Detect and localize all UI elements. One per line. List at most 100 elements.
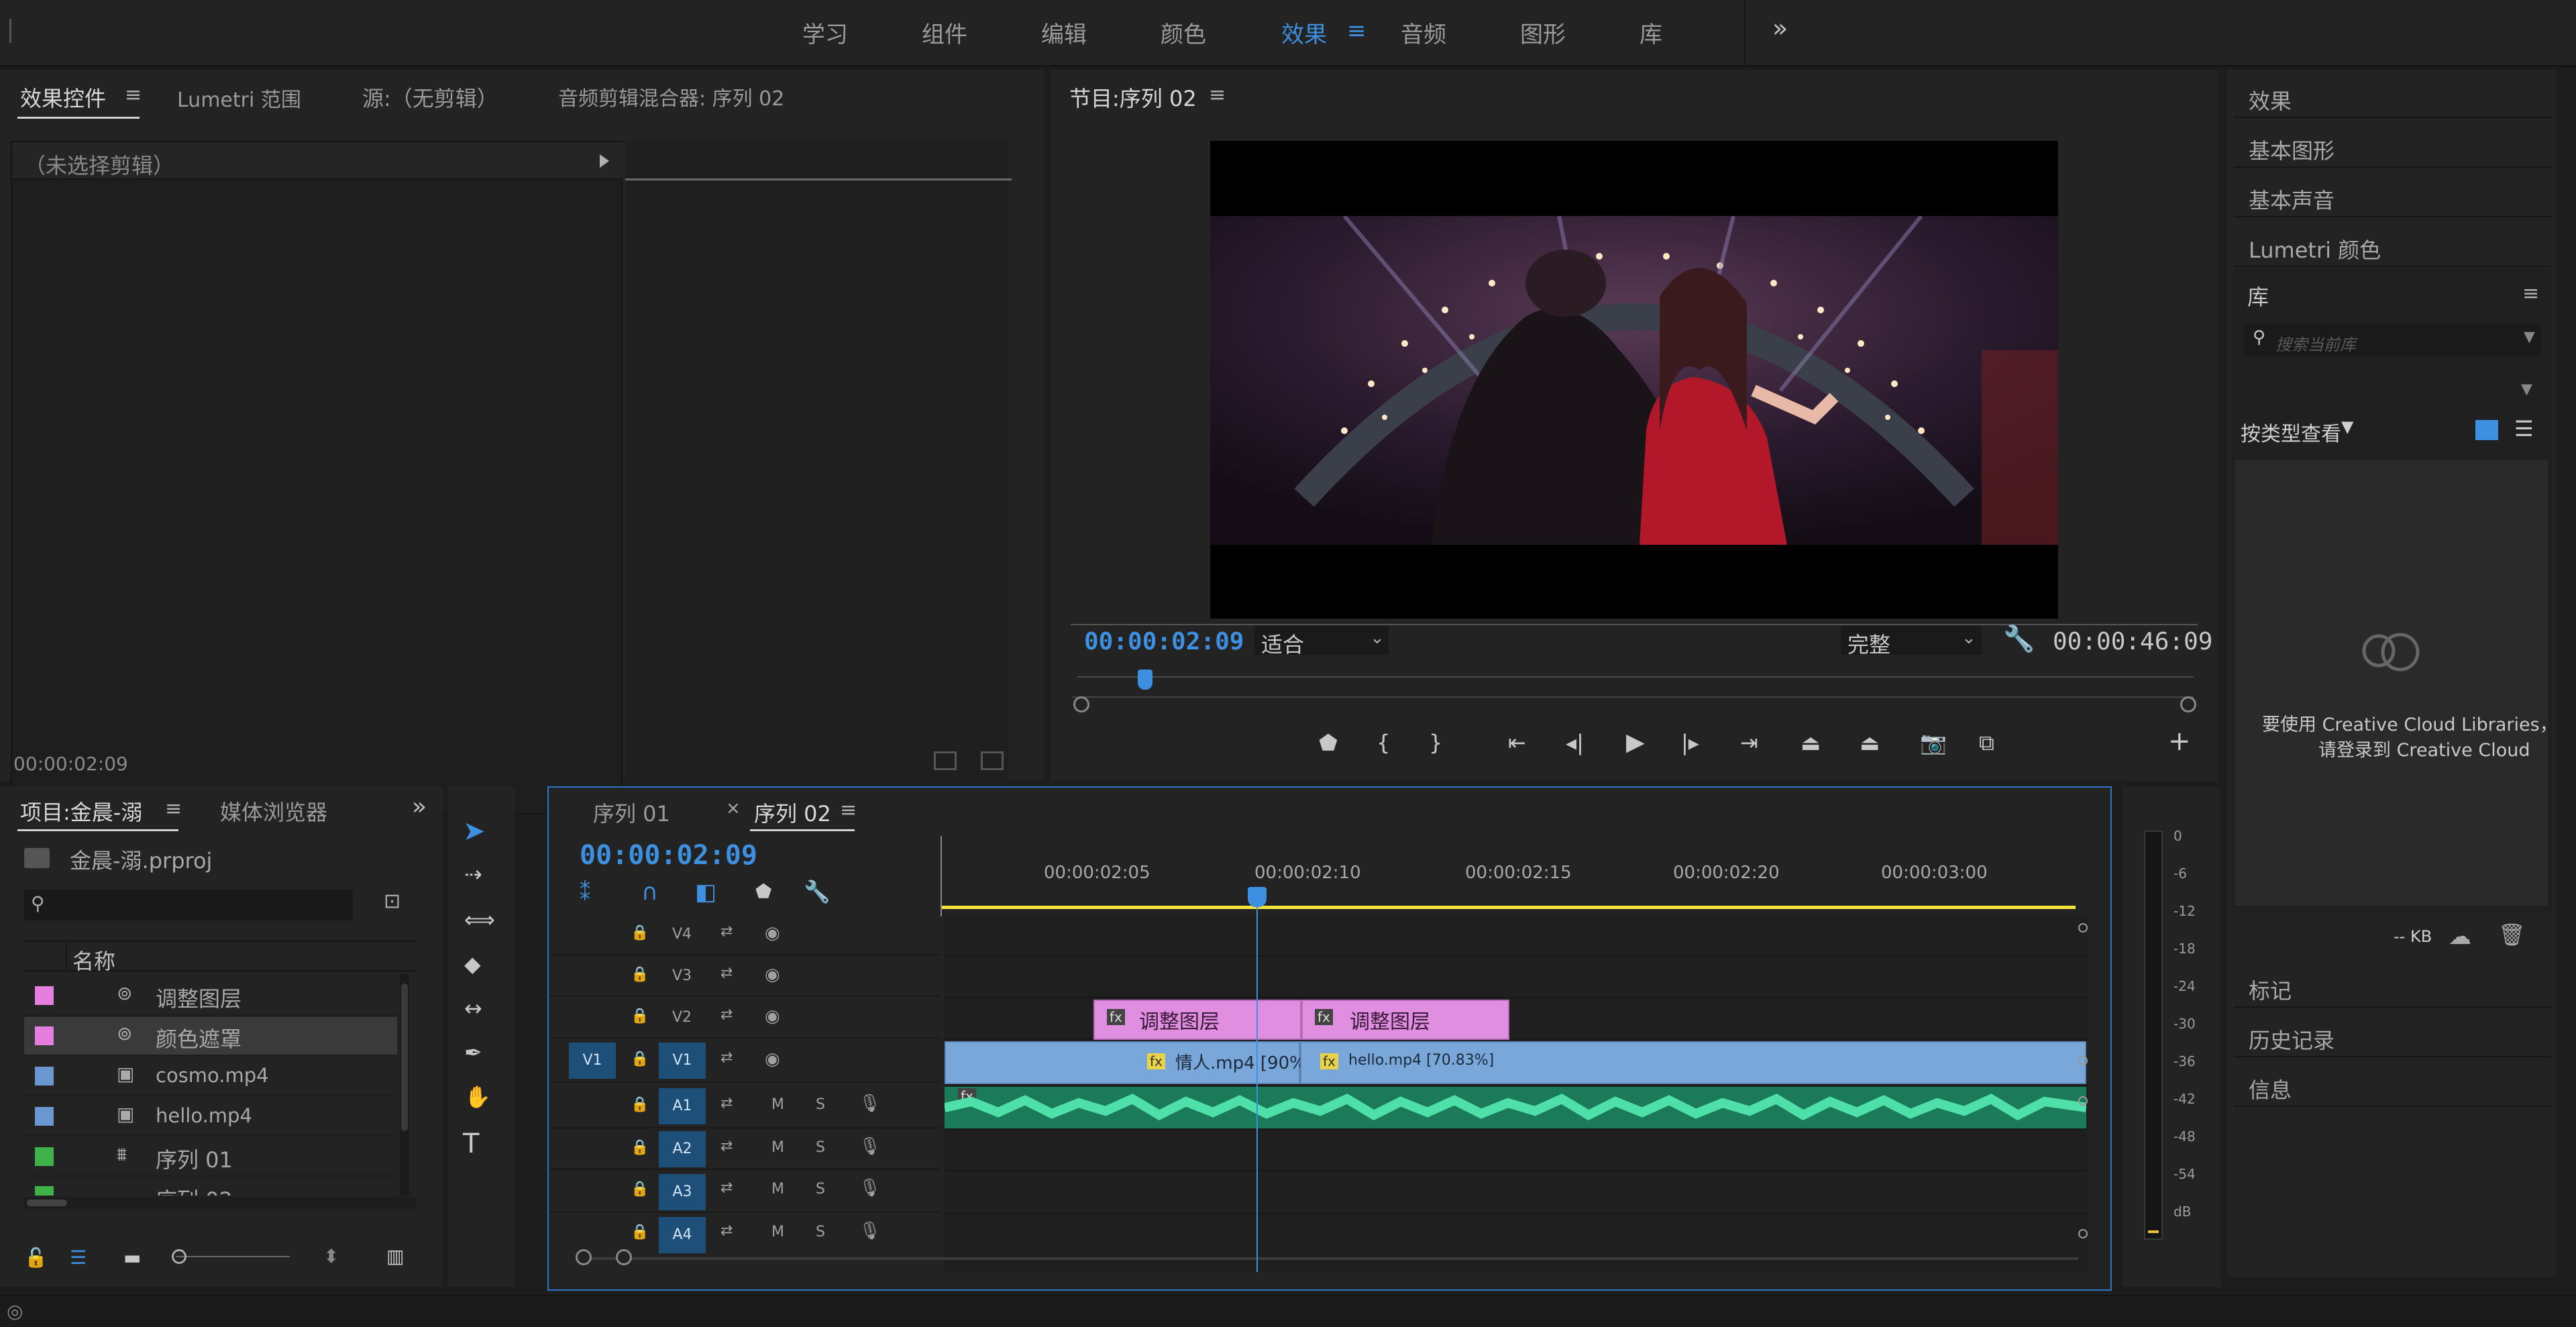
timeline-clip-adjustment-layer[interactable]: fx 调整图层 [1093, 1000, 1301, 1040]
track-select-tool-icon[interactable]: ⇢ [464, 861, 482, 887]
label-color-swatch[interactable] [35, 1067, 54, 1085]
mark-out-icon[interactable]: } [1429, 730, 1442, 755]
track-target-a1[interactable]: A1 [659, 1088, 706, 1124]
solo-button[interactable]: S [816, 1181, 825, 1198]
type-tool-icon[interactable]: T [463, 1128, 479, 1159]
panel-history[interactable]: 历史记录 [2234, 1009, 2552, 1057]
track-target-a3[interactable]: A3 [659, 1174, 706, 1210]
mute-button[interactable]: M [771, 1224, 784, 1240]
tab-effect-controls[interactable]: 效果控件 [20, 82, 106, 113]
panel-info[interactable]: 信息 [2234, 1059, 2552, 1107]
mute-button[interactable]: M [771, 1181, 784, 1198]
lock-icon[interactable]: 🔒 [631, 924, 649, 941]
background-process-icon[interactable]: ◎ [7, 1300, 23, 1322]
sync-lock-icon[interactable]: ⇄ [720, 1006, 733, 1023]
export-frame-icon[interactable]: 📷 [1920, 730, 1947, 755]
caret-down-icon[interactable]: ▼ [2341, 417, 2353, 436]
panel-essential-graphics[interactable]: 基本图形 [2234, 119, 2552, 168]
sync-lock-icon[interactable]: ⇄ [720, 1222, 733, 1239]
panel-markers[interactable]: 标记 [2234, 959, 2552, 1008]
list-item[interactable]: ⩩ 序列 01 [24, 1138, 397, 1177]
eye-icon[interactable]: ◉ [765, 965, 780, 985]
expand-arrow-icon[interactable] [600, 154, 609, 168]
panel-menu-icon[interactable]: ≡ [1209, 83, 1226, 107]
sync-lock-icon[interactable]: ⇄ [720, 1049, 733, 1066]
column-name-header[interactable]: 名称 [72, 945, 115, 975]
microphone-icon[interactable]: 🎙 [859, 1178, 881, 1198]
new-search-bin-icon[interactable]: ⊡ [384, 890, 400, 913]
step-back-icon[interactable]: ◂| [1566, 730, 1584, 755]
track-target-a4[interactable]: A4 [659, 1217, 706, 1253]
zoom-slider-track[interactable] [176, 1256, 290, 1257]
workspace-graphics[interactable]: 图形 [1520, 16, 1566, 49]
list-item[interactable]: ▣ hello.mp4 [24, 1098, 397, 1136]
solo-button[interactable]: S [816, 1224, 825, 1240]
go-to-out-icon[interactable]: ⇥ [1740, 730, 1758, 755]
sort-icon[interactable]: ⬍ [323, 1245, 339, 1267]
panel-effects[interactable]: 效果 [2234, 70, 2552, 118]
selection-tool-icon[interactable]: ➤ [463, 816, 486, 847]
label-color-swatch[interactable] [35, 1147, 54, 1166]
linked-selection-icon[interactable]: ◧ [695, 879, 716, 906]
filter-icon[interactable] [934, 751, 957, 770]
tab-sequence-01[interactable]: 序列 01 [593, 797, 670, 828]
icon-view-icon[interactable]: ▬ [123, 1246, 141, 1269]
eye-icon[interactable]: ◉ [765, 1006, 780, 1026]
program-current-timecode[interactable]: 00:00:02:09 [1084, 628, 1244, 655]
tab-source[interactable]: 源:（无剪辑） [362, 82, 498, 113]
zoom-handle-right[interactable] [616, 1249, 632, 1265]
go-to-in-icon[interactable]: ⇤ [1508, 730, 1526, 755]
workspace-learn[interactable]: 学习 [802, 16, 848, 49]
view-by-type-dropdown[interactable]: 按类型查看 [2241, 417, 2341, 447]
nest-toggle-icon[interactable]: ⁑ [580, 880, 590, 906]
play-icon[interactable]: ▶ [1626, 729, 1645, 756]
automate-to-sequence-icon[interactable]: ▥ [386, 1245, 404, 1267]
tab-project[interactable]: 项目:金晨-溺 [20, 796, 142, 827]
list-view-icon[interactable]: ☰ [70, 1246, 87, 1269]
microphone-icon[interactable]: 🎙 [859, 1136, 881, 1157]
work-area-bar[interactable] [942, 906, 2076, 909]
tab-sequence-02[interactable]: 序列 02 [754, 797, 831, 828]
list-item[interactable]: ⊚ 调整图层 [24, 977, 397, 1016]
lock-icon[interactable]: 🔒 [631, 1181, 649, 1198]
label-color-swatch[interactable] [35, 1026, 54, 1045]
ripple-edit-tool-icon[interactable]: ⟺ [464, 907, 495, 933]
lock-icon[interactable]: 🔒 [631, 1096, 649, 1113]
step-forward-icon[interactable]: |▸ [1681, 730, 1699, 755]
workspace-audio[interactable]: 音频 [1401, 16, 1446, 49]
library-dropdown-icon[interactable]: ▼ [2521, 381, 2532, 398]
cloud-sync-icon[interactable]: ☁ [2449, 923, 2471, 950]
label-color-swatch[interactable] [35, 986, 54, 1005]
scrollbar-thumb[interactable] [27, 1200, 67, 1206]
more-panels-icon[interactable]: » [412, 793, 427, 820]
workspace-menu-icon[interactable]: ≡ [1347, 17, 1366, 44]
eye-icon[interactable]: ◉ [765, 923, 780, 943]
mark-in-icon[interactable]: { [1377, 730, 1390, 755]
track-target-a2[interactable]: A2 [659, 1131, 706, 1167]
panel-menu-icon[interactable]: ≡ [2522, 282, 2539, 305]
label-color-swatch[interactable] [35, 1107, 54, 1126]
library-search-input[interactable]: ⚲ 搜索当前库 ▼ [2245, 323, 2541, 357]
chevron-down-icon[interactable]: ▼ [2524, 329, 2535, 346]
workspace-color[interactable]: 颜色 [1161, 16, 1206, 49]
panel-menu-icon[interactable]: ≡ [840, 798, 857, 822]
add-marker-icon[interactable]: ⬟ [755, 880, 771, 902]
list-item-selected[interactable]: ⊚ 颜色遮罩 [24, 1017, 397, 1056]
panel-lumetri-color[interactable]: Lumetri 颜色 [2234, 219, 2552, 267]
extract-icon[interactable]: ⏏ [1860, 730, 1880, 755]
workspace-editing[interactable]: 编辑 [1041, 16, 1087, 49]
tab-media-browser[interactable]: 媒体浏览器 [220, 796, 327, 827]
timeline-playhead-head[interactable] [1248, 887, 1267, 907]
workspace-libraries[interactable]: 库 [1640, 16, 1662, 49]
workspace-assembly[interactable]: 组件 [922, 16, 967, 49]
program-playhead[interactable] [1138, 670, 1153, 690]
comparison-view-icon[interactable]: ⧉ [1979, 730, 1994, 756]
label-color-swatch[interactable] [35, 1186, 54, 1196]
vertical-scrollbar[interactable] [400, 974, 409, 1196]
panel-menu-icon[interactable]: ≡ [165, 797, 182, 820]
timeline-clip-qingren[interactable]: fx 情人.mp4 [90%] [945, 1041, 1313, 1084]
snap-magnet-icon[interactable]: ∩ [641, 879, 658, 906]
horizontal-scrollbar[interactable] [24, 1197, 416, 1209]
lock-icon[interactable]: 🔒 [631, 1051, 649, 1067]
timeline-timecode[interactable]: 00:00:02:09 [580, 840, 757, 871]
